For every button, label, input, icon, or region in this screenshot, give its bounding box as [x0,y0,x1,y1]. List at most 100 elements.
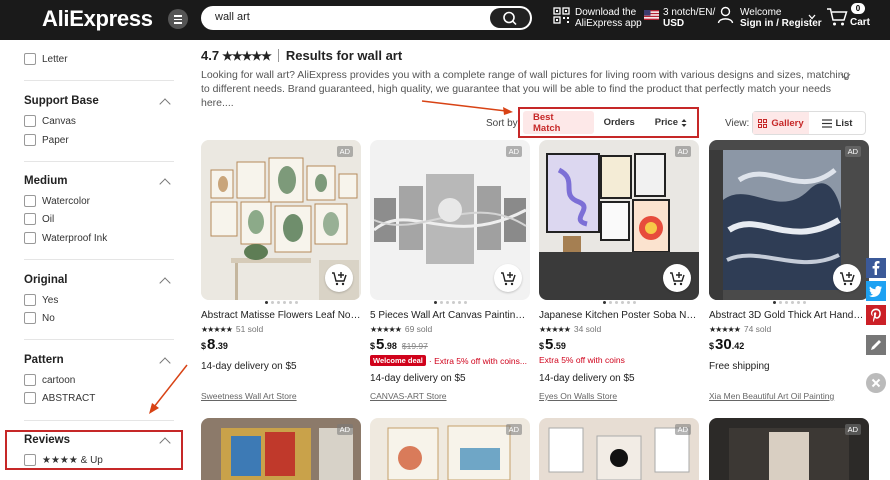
filter-option[interactable]: Watercolor [24,195,90,207]
top-header: AliExpress wall art Download the AliExpr… [0,0,890,40]
filter-option[interactable]: No [24,312,55,324]
filter-option-letter[interactable]: Letter [24,53,68,65]
twitter-share-button[interactable] [866,281,886,301]
facebook-share-button[interactable] [866,258,886,278]
sort-best-match-button[interactable]: Best Match [523,111,594,134]
checkbox[interactable] [24,312,36,324]
locale-currency-selector[interactable]: 3 notch/EN/ USD [663,7,715,29]
checkbox[interactable] [24,232,36,244]
close-button[interactable] [866,373,886,393]
ad-badge: AD [844,424,861,435]
results-heading: 4.7 ★★★★★ Results for wall art [201,48,402,63]
search-input[interactable]: wall art [215,11,250,23]
filter-option[interactable]: Canvas [24,115,76,127]
aliexpress-logo[interactable]: AliExpress [42,6,153,32]
gallery-view-button[interactable]: Gallery [753,112,809,134]
product-title[interactable]: Abstract 3D Gold Thick Art Handmade Oil [709,310,869,321]
product-title[interactable]: 5 Pieces Wall Art Canvas Painting Abstra… [370,310,530,321]
category-menu-button[interactable] [168,9,188,29]
store-link[interactable]: CANVAS-ART Store [370,391,447,401]
download-app-link[interactable]: Download the AliExpress app [575,7,642,29]
chevron-up-icon[interactable] [159,357,171,369]
close-icon [871,378,881,388]
product-card[interactable]: AD Abstract Matisse Flowers Leaf Nordic … [201,140,361,401]
filter-sidebar: Letter Support Base Canvas Paper Medium … [0,40,190,480]
facebook-icon [872,261,880,275]
sort-price-button[interactable]: Price [645,111,697,134]
store-link[interactable]: Sweetness Wall Art Store [201,391,297,401]
product-card[interactable]: AD Japanese Kitchen Poster Soba Noodles … [539,140,699,401]
product-image[interactable]: AD [201,140,361,300]
checkbox[interactable] [24,374,36,386]
add-to-cart-button[interactable] [325,264,353,292]
cart-label[interactable]: Cart [850,17,870,28]
search-icon [503,11,517,26]
search-button[interactable] [490,8,530,28]
checkbox[interactable] [24,392,36,404]
checkbox[interactable] [24,53,36,65]
image-carousel-dots[interactable] [539,301,699,309]
welcome-deal-badge: Welcome deal [370,355,426,366]
filter-option[interactable]: Waterproof Ink [24,232,107,244]
list-icon [821,118,832,128]
chevron-up-icon[interactable] [159,178,171,190]
add-to-cart-button[interactable] [494,264,522,292]
shipping-info: 14-day delivery on $5 [201,361,297,372]
ad-badge: AD [505,424,522,435]
sort-orders-button[interactable]: Orders [594,111,645,134]
product-image[interactable]: AD [539,140,699,300]
filter-option[interactable]: Yes [24,294,58,306]
promo-line: Extra 5% off with coins [539,355,625,365]
list-view-button[interactable]: List [809,112,865,134]
product-image[interactable]: AD [539,418,699,480]
checkbox[interactable] [24,134,36,146]
chevron-up-icon[interactable] [159,277,171,289]
product-image[interactable]: AD [201,418,361,480]
divider [24,420,174,421]
page-title: Results for wall art [285,48,403,63]
chevron-up-icon[interactable] [159,98,171,110]
results-description: Looking for wall art? AliExpress provide… [201,69,850,109]
twitter-icon [869,286,882,297]
divider [277,49,279,62]
add-to-cart-icon [332,272,347,286]
store-link[interactable]: Eyes On Walls Store [539,391,617,401]
chevron-down-icon [808,14,816,20]
product-card[interactable]: AD 5 Pieces Wall Art Canvas Painting Abs… [370,140,530,401]
filter-option[interactable]: Oil [24,213,54,225]
pinterest-icon [871,308,881,322]
filter-option[interactable]: ABSTRACT [24,392,95,404]
filter-option[interactable]: Paper [24,134,69,146]
product-price: $ 30 .42 [709,336,745,353]
divider [24,339,174,340]
search-bar[interactable]: wall art [201,6,532,30]
checkbox[interactable] [24,213,36,225]
store-link[interactable]: Xia Men Beautiful Art Oil Painting [709,391,834,401]
product-title[interactable]: Abstract Matisse Flowers Leaf Nordic Pos… [201,310,361,321]
product-price: $ 5 .59 [539,336,566,353]
cart-icon[interactable] [826,7,848,27]
page: AliExpress wall art Download the AliExpr… [0,0,890,480]
image-carousel-dots[interactable] [709,301,869,309]
ad-badge: AD [844,146,861,157]
checkbox[interactable] [24,115,36,127]
checkbox[interactable] [24,294,36,306]
product-image[interactable]: AD [370,140,530,300]
ad-badge: AD [336,146,353,157]
edit-button[interactable] [866,335,886,355]
pinterest-share-button[interactable] [866,305,886,325]
product-image[interactable]: AD [370,418,530,480]
filter-option[interactable]: cartoon [24,374,75,386]
product-image[interactable]: AD [709,140,869,300]
product-rating: ★★★★★ 74 sold [709,324,772,334]
image-carousel-dots[interactable] [201,301,361,309]
product-image[interactable]: AD [709,418,869,480]
product-title[interactable]: Japanese Kitchen Poster Soba Noodles Pri… [539,310,699,321]
checkbox[interactable] [24,195,36,207]
add-to-cart-button[interactable] [833,264,861,292]
add-to-cart-button[interactable] [663,264,691,292]
image-carousel-dots[interactable] [370,301,530,309]
us-flag-icon [644,10,659,20]
qr-code-icon [553,7,570,24]
product-card[interactable]: AD Abstract 3D Gold Thick Art Handmade O… [709,140,869,401]
